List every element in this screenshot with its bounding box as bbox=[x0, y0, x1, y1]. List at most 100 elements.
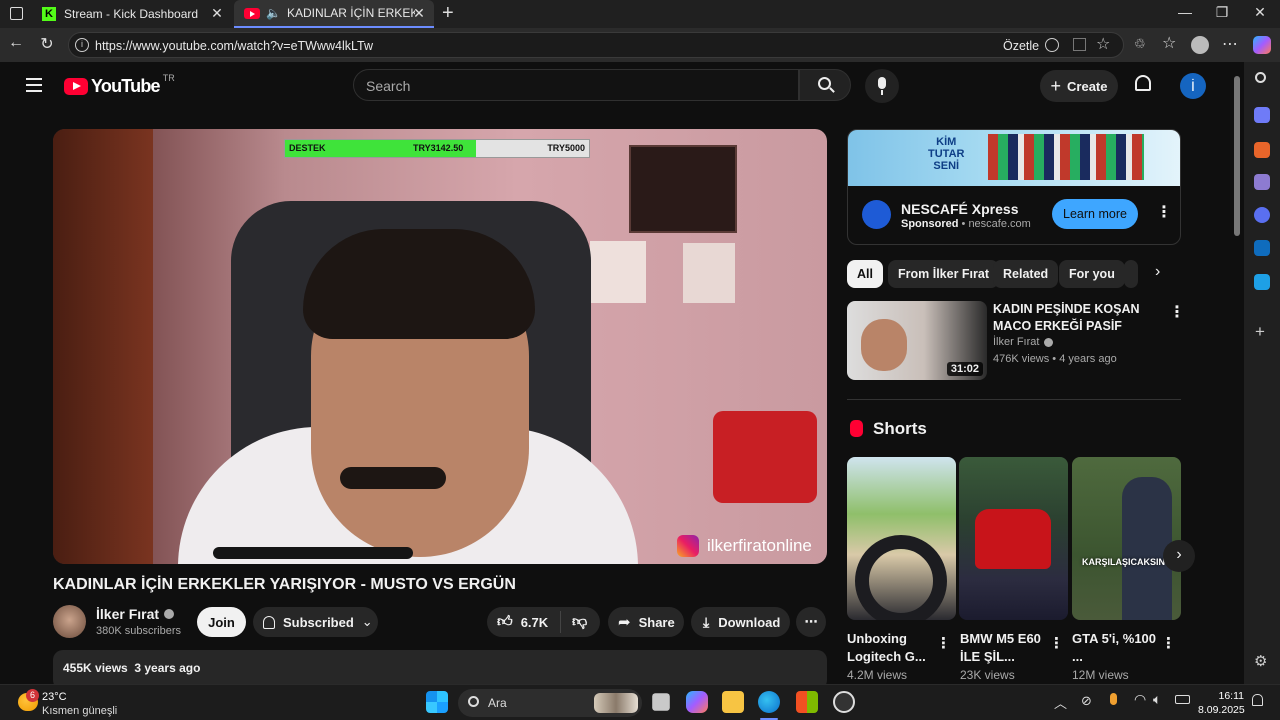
short-thumbnail[interactable] bbox=[959, 457, 1068, 620]
maximize-button[interactable]: ❐ bbox=[1207, 4, 1237, 21]
short-title[interactable]: GTA 5'i, %100 ... bbox=[1072, 630, 1162, 666]
channel-name[interactable]: İlker Fırat bbox=[96, 606, 175, 622]
sidebar-tag-icon[interactable] bbox=[1254, 107, 1270, 123]
microsoft-store-icon[interactable] bbox=[796, 691, 818, 713]
sidebar-games-icon[interactable] bbox=[1254, 174, 1270, 190]
start-button[interactable] bbox=[426, 691, 448, 713]
wifi-icon[interactable]: ◠ bbox=[1134, 691, 1146, 708]
close-tab-icon[interactable]: ✕ bbox=[208, 5, 226, 22]
taskbar-search-box[interactable]: Ara bbox=[458, 689, 642, 717]
notification-icon[interactable] bbox=[1252, 694, 1263, 706]
sidebar-settings-icon[interactable]: ⚙ bbox=[1254, 652, 1267, 670]
shorts-next-button[interactable]: › bbox=[1163, 540, 1195, 572]
sidebar-send-icon[interactable] bbox=[1254, 274, 1270, 290]
tab-youtube-video[interactable]: 🔈 KADINLAR İÇİN ERKEKLER YARIŞIYOR ✕ bbox=[234, 0, 434, 28]
search-input[interactable]: Search bbox=[353, 69, 799, 101]
tab-actions-icon[interactable] bbox=[10, 7, 23, 20]
new-tab-button[interactable]: + bbox=[442, 2, 454, 25]
short-thumbnail[interactable] bbox=[847, 457, 956, 620]
page-scrollbar[interactable] bbox=[1234, 76, 1240, 236]
description-box[interactable]: 455K views 3 years ago bbox=[53, 650, 827, 684]
short-more-icon[interactable]: ⋮ bbox=[1161, 634, 1176, 652]
profile-avatar[interactable] bbox=[1191, 36, 1209, 54]
recommended-more-icon[interactable]: ⋮ bbox=[1169, 302, 1185, 322]
sidebar-copilot-icon[interactable] bbox=[1254, 207, 1270, 223]
url-text: https://www.youtube.com/watch?v=eTWww4lk… bbox=[95, 39, 373, 53]
short-more-icon[interactable]: ⋮ bbox=[1049, 634, 1064, 652]
download-icon: ⤓ bbox=[703, 613, 710, 630]
show-hidden-icons[interactable]: ︿ bbox=[1054, 693, 1067, 712]
ad-banner-image[interactable]: KİM TUTAR SENİ bbox=[848, 130, 1180, 186]
create-button[interactable]: + Create bbox=[1040, 70, 1118, 102]
speaker-icon[interactable]: 🔈 bbox=[266, 6, 281, 20]
close-tab-icon[interactable]: ✕ bbox=[410, 5, 428, 22]
volume-icon[interactable]: 🔈︎ bbox=[1153, 691, 1161, 708]
copilot-taskbar-icon[interactable] bbox=[686, 691, 708, 713]
channel-avatar[interactable] bbox=[53, 605, 86, 638]
tab-kick-dashboard[interactable]: K Stream - Kick Dashboard ✕ bbox=[32, 0, 232, 28]
weather-widget[interactable]: 6 23°C Kısmen güneşli bbox=[16, 689, 117, 717]
edge-browser-icon[interactable] bbox=[758, 691, 780, 713]
copilot-page-icon[interactable] bbox=[1045, 38, 1059, 52]
sponsored-label: Sponsored bbox=[901, 218, 959, 230]
join-button[interactable]: Join bbox=[197, 607, 246, 637]
clock[interactable]: 16:11 8.09.2025 bbox=[1198, 689, 1245, 717]
refresh-icon[interactable]: ↻ bbox=[36, 34, 58, 54]
plus-icon: + bbox=[1050, 75, 1062, 96]
download-button[interactable]: ⤓ Download bbox=[691, 607, 790, 637]
sponsored-ad-card[interactable]: KİM TUTAR SENİ NESCAFÉ Xpress Sponsored … bbox=[847, 129, 1181, 245]
chips-next-icon[interactable]: › bbox=[1155, 263, 1160, 281]
more-options-icon[interactable]: ⋯ bbox=[1222, 34, 1238, 54]
sidebar-search-icon[interactable] bbox=[1255, 72, 1266, 83]
address-bar[interactable]: i https://www.youtube.com/watch?v=eTWww4… bbox=[68, 32, 1124, 58]
account-avatar[interactable]: İ bbox=[1180, 73, 1206, 99]
chip-all[interactable]: All bbox=[847, 260, 883, 288]
favorites-icon[interactable]: ☆ bbox=[1162, 33, 1176, 53]
streamer-hair bbox=[303, 229, 535, 339]
favorite-star-icon[interactable]: ☆ bbox=[1096, 34, 1110, 54]
chip-for-you[interactable]: For you bbox=[1059, 260, 1125, 288]
subscribed-button[interactable]: Subscribed ⌄ bbox=[253, 607, 378, 637]
short-more-icon[interactable]: ⋮ bbox=[936, 634, 951, 652]
chip-partial[interactable] bbox=[1124, 260, 1138, 288]
site-info-icon[interactable]: i bbox=[75, 38, 89, 52]
minimize-button[interactable]: — bbox=[1170, 4, 1200, 20]
short-title[interactable]: Unboxing Logitech G... bbox=[847, 630, 937, 666]
chip-from-channel[interactable]: From İlker Fırat bbox=[888, 260, 999, 288]
network-off-icon[interactable]: ⊘ bbox=[1081, 693, 1092, 709]
close-window-button[interactable]: ✕ bbox=[1245, 4, 1275, 21]
youtube-logo[interactable]: YouTube TR bbox=[64, 73, 175, 97]
search-button[interactable] bbox=[799, 69, 851, 101]
sidebar-tools-icon[interactable] bbox=[1254, 142, 1270, 158]
recommended-thumbnail[interactable]: 31:02 bbox=[847, 301, 987, 380]
sidebar-add-icon[interactable]: + bbox=[1255, 322, 1265, 342]
notifications-bell-icon[interactable] bbox=[1135, 75, 1151, 91]
menu-icon[interactable] bbox=[26, 78, 42, 92]
like-button[interactable]: 👍︎ 6.7K bbox=[487, 611, 561, 633]
video-player[interactable]: DESTEK TRY3142.50 TRY5000 ilkerfiratonli… bbox=[53, 129, 827, 564]
voice-search-button[interactable] bbox=[865, 69, 899, 103]
back-icon[interactable]: ← bbox=[5, 34, 27, 52]
short-title[interactable]: BMW M5 E60 İLE ŞİL... bbox=[960, 630, 1050, 666]
donation-current: TRY3142.50 bbox=[413, 143, 464, 153]
dislike-button[interactable]: 👎︎ bbox=[561, 613, 587, 631]
chip-related[interactable]: Related bbox=[993, 260, 1059, 288]
red-pillow bbox=[713, 411, 817, 503]
short-thumbnail[interactable]: KARŞILAŞICAKSIN bbox=[1072, 457, 1181, 620]
sidebar-outlook-icon[interactable] bbox=[1254, 240, 1270, 256]
ad-banner-line: KİM bbox=[936, 136, 957, 148]
microphone-tray-icon[interactable] bbox=[1110, 693, 1117, 705]
share-button[interactable]: ➦ Share bbox=[608, 607, 684, 637]
summarize-button[interactable]: Özetle bbox=[1003, 39, 1039, 53]
battery-icon[interactable] bbox=[1175, 695, 1190, 704]
extensions-icon[interactable]: ♲ bbox=[1134, 36, 1146, 52]
copilot-icon[interactable] bbox=[1253, 36, 1271, 54]
learn-more-button[interactable]: Learn more bbox=[1052, 199, 1138, 229]
app-available-icon[interactable] bbox=[1073, 38, 1086, 51]
file-explorer-icon[interactable] bbox=[722, 691, 744, 713]
recorder-app-icon[interactable] bbox=[833, 691, 855, 713]
ad-more-icon[interactable]: ⋮ bbox=[1156, 202, 1172, 222]
more-actions-button[interactable]: ⋯ bbox=[796, 607, 826, 637]
task-view-icon[interactable] bbox=[652, 693, 670, 711]
recommended-title[interactable]: KADIN PEŞİNDE KOŞAN MACO ERKEĞİ PASİF YA… bbox=[993, 301, 1165, 335]
